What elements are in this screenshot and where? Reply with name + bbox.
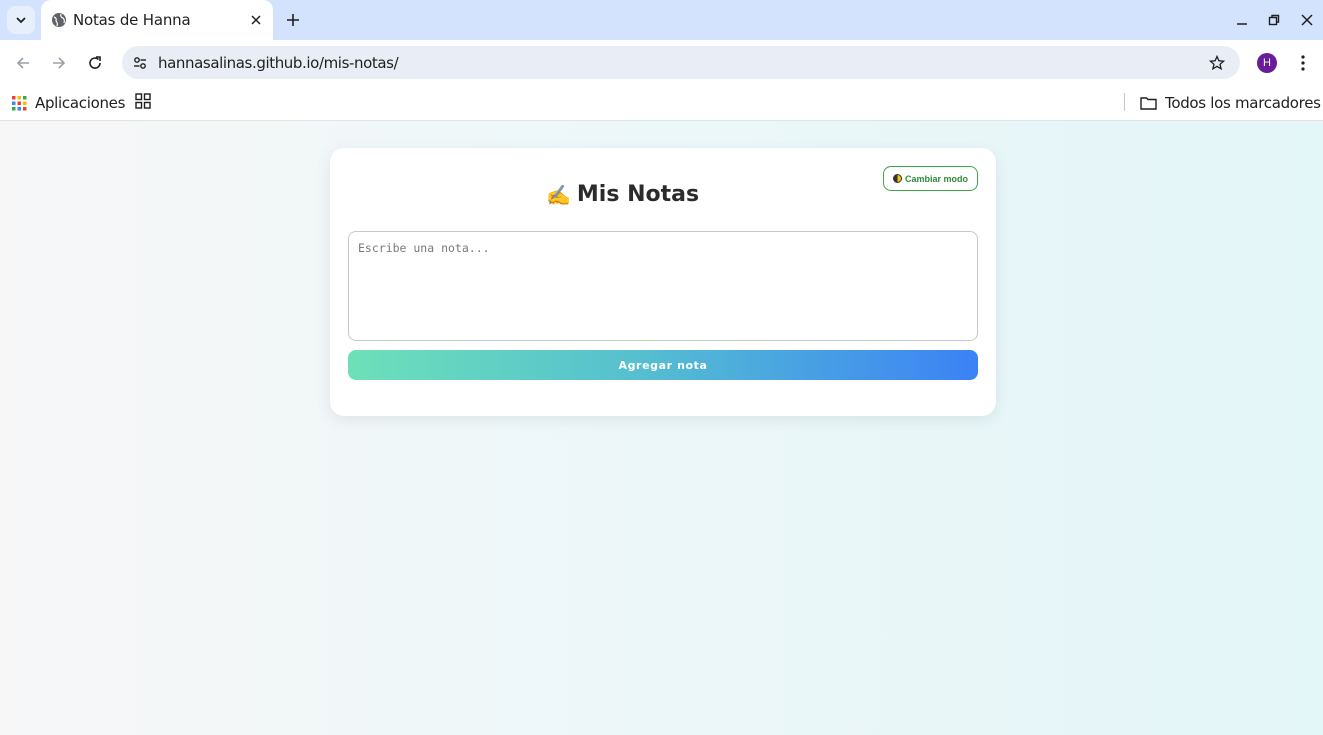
bookmarks-bar: Aplicaciones Todos los marcadores bbox=[0, 85, 1323, 121]
toggle-mode-button[interactable]: Cambiar modo bbox=[883, 166, 978, 191]
minimize-icon bbox=[1237, 23, 1247, 25]
back-button[interactable] bbox=[12, 52, 34, 74]
contrast-icon bbox=[892, 174, 902, 183]
chevron-down-icon bbox=[16, 17, 26, 24]
close-window-button[interactable] bbox=[1297, 10, 1317, 30]
bookmarks-separator bbox=[1124, 93, 1125, 111]
all-bookmarks-label: Todos los marcadores bbox=[1165, 94, 1321, 112]
reload-icon bbox=[89, 56, 101, 69]
browser-toolbar: hannasalinas.github.io/mis-notas/ H bbox=[0, 40, 1323, 85]
add-note-button[interactable]: Agregar nota bbox=[348, 350, 978, 380]
notes-card: Cambiar modo ✍️ Mis Notas Agregar nota bbox=[330, 148, 996, 416]
minimize-button[interactable] bbox=[1232, 10, 1252, 30]
reload-button[interactable] bbox=[84, 52, 106, 74]
browser-menu-button[interactable] bbox=[1293, 52, 1313, 74]
tab-groups-icon[interactable] bbox=[135, 93, 151, 109]
forward-button[interactable] bbox=[48, 52, 70, 74]
page-title: ✍️ Mis Notas bbox=[546, 182, 699, 207]
note-input[interactable] bbox=[348, 231, 978, 341]
site-info-button[interactable] bbox=[130, 53, 150, 73]
arrow-left-icon bbox=[16, 57, 29, 69]
more-vert-icon bbox=[1301, 55, 1305, 71]
folder-icon bbox=[1140, 97, 1157, 110]
apps-grid-icon bbox=[12, 95, 27, 110]
all-bookmarks-button[interactable]: Todos los marcadores bbox=[1140, 92, 1321, 114]
page-viewport: Cambiar modo ✍️ Mis Notas Agregar nota bbox=[0, 121, 1323, 735]
plus-icon bbox=[287, 14, 299, 26]
arrow-right-icon bbox=[53, 57, 66, 69]
restore-button[interactable] bbox=[1264, 10, 1284, 30]
globe-icon bbox=[52, 13, 66, 27]
tab-title: Notas de Hanna bbox=[73, 11, 191, 29]
writing-hand-icon: ✍️ bbox=[546, 182, 571, 207]
address-bar[interactable]: hannasalinas.github.io/mis-notas/ bbox=[122, 46, 1240, 79]
close-icon bbox=[1301, 14, 1313, 26]
new-tab-button[interactable] bbox=[282, 9, 304, 31]
bookmark-apps[interactable]: Aplicaciones bbox=[12, 92, 125, 114]
toggle-mode-label: Cambiar modo bbox=[904, 173, 968, 184]
tune-icon bbox=[134, 57, 146, 69]
profile-avatar[interactable]: H bbox=[1257, 53, 1277, 73]
star-icon bbox=[1209, 55, 1225, 71]
tab-close-button[interactable] bbox=[248, 12, 264, 28]
url-text: hannasalinas.github.io/mis-notas/ bbox=[158, 54, 399, 72]
tab-strip: Notas de Hanna bbox=[0, 0, 1323, 40]
tab-search-button[interactable] bbox=[7, 6, 35, 34]
bookmark-apps-label: Aplicaciones bbox=[35, 94, 126, 112]
browser-tab[interactable]: Notas de Hanna bbox=[41, 0, 273, 40]
page-title-text: Mis Notas bbox=[576, 182, 700, 207]
restore-icon bbox=[1268, 14, 1280, 26]
bookmark-star-button[interactable] bbox=[1207, 53, 1227, 73]
close-icon bbox=[251, 15, 261, 25]
